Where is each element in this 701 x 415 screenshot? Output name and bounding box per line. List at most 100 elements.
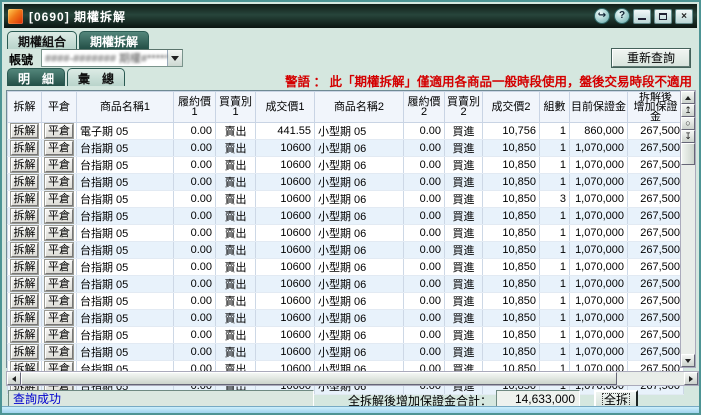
chevron-down-icon xyxy=(171,56,179,61)
table-cell: 0.00 xyxy=(174,174,216,191)
table-cell: 賣出 xyxy=(216,259,256,276)
table-cell: 台指期 05 xyxy=(77,344,174,361)
table-cell: 860,000 xyxy=(570,123,628,140)
split-row-button[interactable]: 拆解 xyxy=(11,328,38,342)
undock-icon[interactable]: ↪ xyxy=(594,8,610,24)
split-row-button[interactable]: 拆解 xyxy=(11,124,38,138)
split-row-button[interactable]: 拆解 xyxy=(11,277,38,291)
scroll-mark-button[interactable]: ○ xyxy=(681,117,695,130)
column-header: 目前保證金 xyxy=(570,92,628,123)
table-cell: 台指期 05 xyxy=(77,157,174,174)
table-cell: 1,070,000 xyxy=(570,191,628,208)
close-position-button[interactable]: 平倉 xyxy=(45,175,73,189)
help-icon[interactable]: ? xyxy=(614,8,630,24)
close-position-button[interactable]: 平倉 xyxy=(45,311,73,325)
column-header: 拆解 xyxy=(8,92,42,123)
close-position-button[interactable]: 平倉 xyxy=(45,294,73,308)
account-dropdown-button[interactable] xyxy=(167,50,182,66)
table-cell: 賣出 xyxy=(216,310,256,327)
split-row-button[interactable]: 拆解 xyxy=(11,141,38,155)
account-row: 帳號 ####-####### 期權#***** 重新查詢 xyxy=(7,49,694,67)
table-cell: 0.00 xyxy=(174,242,216,259)
maximize-button[interactable] xyxy=(654,9,672,24)
table-cell: 賣出 xyxy=(216,344,256,361)
table-cell: 1,070,000 xyxy=(570,276,628,293)
table-cell: 拆解 xyxy=(8,293,42,310)
close-position-button[interactable]: 平倉 xyxy=(45,141,73,155)
table-cell: 1 xyxy=(540,327,570,344)
split-row-button[interactable]: 拆解 xyxy=(11,175,38,189)
table-cell: 0.00 xyxy=(174,276,216,293)
window-bottom-frame xyxy=(2,406,699,413)
close-button[interactable]: × xyxy=(675,9,693,24)
table-cell: 拆解 xyxy=(8,310,42,327)
tab-option-combo[interactable]: 期權組合 xyxy=(7,31,77,49)
table-cell: 平倉 xyxy=(42,225,77,242)
table-cell: 267,500 xyxy=(628,242,684,259)
column-header: 履約價1 xyxy=(174,92,216,123)
requery-button[interactable]: 重新查詢 xyxy=(612,49,690,67)
table-cell: 拆解 xyxy=(8,208,42,225)
table-cell: 拆解 xyxy=(8,276,42,293)
close-position-button[interactable]: 平倉 xyxy=(45,192,73,206)
table-cell: 1,070,000 xyxy=(570,208,628,225)
close-position-button[interactable]: 平倉 xyxy=(45,277,73,291)
table-cell: 買進 xyxy=(445,293,483,310)
table-cell: 1 xyxy=(540,293,570,310)
table-cell: 0.00 xyxy=(404,344,445,361)
horizontal-scrollbar[interactable] xyxy=(6,371,699,386)
split-row-button[interactable]: 拆解 xyxy=(11,311,38,325)
close-position-button[interactable]: 平倉 xyxy=(45,124,73,138)
close-position-button[interactable]: 平倉 xyxy=(45,243,73,257)
scroll-top-button[interactable]: ↥ xyxy=(681,104,695,117)
table-cell: 小型期 06 xyxy=(315,327,404,344)
table-cell: 賣出 xyxy=(216,140,256,157)
table-cell: 0.00 xyxy=(174,191,216,208)
table-cell: 拆解 xyxy=(8,259,42,276)
table-cell: 10600 xyxy=(256,310,315,327)
scroll-right-button[interactable] xyxy=(684,372,698,385)
table-cell: 10600 xyxy=(256,208,315,225)
close-position-button[interactable]: 平倉 xyxy=(45,260,73,274)
close-position-button[interactable]: 平倉 xyxy=(45,226,73,240)
split-row-button[interactable]: 拆解 xyxy=(11,294,38,308)
tab-summary[interactable]: 彙 總 xyxy=(67,68,125,86)
table-cell: 小型期 06 xyxy=(315,191,404,208)
table-cell: 0.00 xyxy=(404,157,445,174)
close-position-button[interactable]: 平倉 xyxy=(45,328,73,342)
close-position-button[interactable]: 平倉 xyxy=(45,209,73,223)
split-row-button[interactable]: 拆解 xyxy=(11,260,38,274)
scroll-left-button[interactable] xyxy=(7,372,21,385)
table-row: 拆解平倉台指期 050.00賣出10600小型期 060.00買進10,8501… xyxy=(8,208,684,225)
split-row-button[interactable]: 拆解 xyxy=(11,226,38,240)
tab-option-split[interactable]: 期權拆解 xyxy=(79,31,149,49)
tab-detail[interactable]: 明 細 xyxy=(7,68,65,86)
close-position-button[interactable]: 平倉 xyxy=(45,158,73,172)
close-position-button[interactable]: 平倉 xyxy=(45,345,73,359)
table-cell: 台指期 05 xyxy=(77,327,174,344)
warning-text: 警語 ： 此「期權拆解」僅適用各商品一般時段使用，盤後交易時段不適用 xyxy=(285,71,692,90)
table-cell: 平倉 xyxy=(42,276,77,293)
split-row-button[interactable]: 拆解 xyxy=(11,158,38,172)
table-row: 拆解平倉台指期 050.00賣出10600小型期 060.00買進10,8501… xyxy=(8,157,684,174)
scroll-down-button[interactable] xyxy=(681,354,695,367)
table-cell: 平倉 xyxy=(42,140,77,157)
scroll-end-button[interactable]: ↧ xyxy=(681,130,695,143)
horizontal-scroll-thumb[interactable] xyxy=(21,372,617,385)
vertical-scroll-thumb[interactable] xyxy=(681,143,695,165)
table-cell: 賣出 xyxy=(216,293,256,310)
split-row-button[interactable]: 拆解 xyxy=(11,209,38,223)
table-cell: 台指期 05 xyxy=(77,242,174,259)
scroll-up-button[interactable] xyxy=(681,91,695,104)
table-cell: 買進 xyxy=(445,242,483,259)
arrow-left-icon xyxy=(12,376,16,382)
split-row-button[interactable]: 拆解 xyxy=(11,345,38,359)
minimize-button[interactable] xyxy=(633,9,651,24)
table-cell: 10600 xyxy=(256,344,315,361)
split-row-button[interactable]: 拆解 xyxy=(11,243,38,257)
vertical-scrollbar[interactable]: ↥ ○ ↧ xyxy=(680,90,696,368)
table-cell: 1,070,000 xyxy=(570,157,628,174)
account-select[interactable]: ####-####### 期權#***** xyxy=(41,49,183,67)
split-row-button[interactable]: 拆解 xyxy=(11,192,38,206)
table-cell: 台指期 05 xyxy=(77,310,174,327)
